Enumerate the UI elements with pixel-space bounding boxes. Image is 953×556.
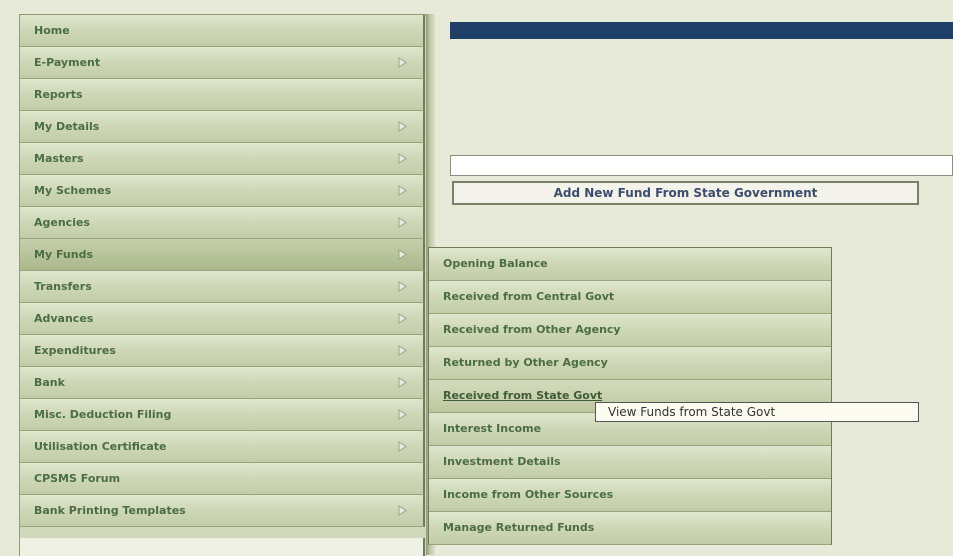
menu-item-label: Expenditures (34, 344, 116, 357)
arrow-right-icon (398, 345, 407, 356)
submenu-item-label: Manage Returned Funds (443, 521, 595, 534)
fund-search-input[interactable] (450, 155, 953, 176)
menu-bottom-bar (20, 538, 425, 556)
submenu-item-label: Investment Details (443, 455, 561, 468)
submenu-item-received-from-central-govt[interactable]: Received from Central Govt (429, 281, 831, 314)
menu-item-label: Advances (34, 312, 94, 325)
menu-item-label: CPSMS Forum (34, 472, 121, 485)
menu-item-label: E-Payment (34, 56, 101, 69)
menu-item-my-funds[interactable]: My Funds (20, 239, 425, 271)
submenu-item-received-from-other-agency[interactable]: Received from Other Agency (429, 314, 831, 347)
menu-item-label: Agencies (34, 216, 90, 229)
menu-item-misc-deduction-filing[interactable]: Misc. Deduction Filing (20, 399, 425, 431)
menu-item-label: Utilisation Certificate (34, 440, 167, 453)
menu-item-label: My Schemes (34, 184, 112, 197)
menu-item-label: Masters (34, 152, 84, 165)
arrow-right-icon (398, 281, 407, 292)
submenu-item-income-from-other-sources[interactable]: Income from Other Sources (429, 479, 831, 512)
menu-item-label: Bank (34, 376, 65, 389)
menu-item-masters[interactable]: Masters (20, 143, 425, 175)
arrow-right-icon (398, 57, 407, 68)
menu-item-bank-printing-templates[interactable]: Bank Printing Templates (20, 495, 425, 527)
menu-item-advances[interactable]: Advances (20, 303, 425, 335)
arrow-right-icon (398, 409, 407, 420)
arrow-right-icon (398, 153, 407, 164)
submenu-item-manage-returned-funds[interactable]: Manage Returned Funds (429, 512, 831, 545)
menu-item-expenditures[interactable]: Expenditures (20, 335, 425, 367)
tooltip: View Funds from State Govt (595, 402, 919, 422)
menu-item-label: My Funds (34, 248, 93, 261)
submenu-item-investment-details[interactable]: Investment Details (429, 446, 831, 479)
menu-item-transfers[interactable]: Transfers (20, 271, 425, 303)
add-new-fund-button[interactable]: Add New Fund From State Government (452, 181, 919, 205)
submenu-item-label: Income from Other Sources (443, 488, 614, 501)
submenu-item-label: Returned by Other Agency (443, 356, 608, 369)
menu-item-agencies[interactable]: Agencies (20, 207, 425, 239)
submenu-item-label: Interest Income (443, 422, 542, 435)
menu-item-label: Misc. Deduction Filing (34, 408, 172, 421)
submenu-item-label: Opening Balance (443, 257, 548, 270)
menu-item-cpsms-forum[interactable]: CPSMS Forum (20, 463, 425, 495)
arrow-right-icon (398, 313, 407, 324)
main-menu: Home E-Payment Reports My Details Masters My … (19, 14, 427, 556)
arrow-right-icon (398, 441, 407, 452)
arrow-right-icon (398, 249, 407, 260)
menu-item-my-schemes[interactable]: My Schemes (20, 175, 425, 207)
menu-item-e-payment[interactable]: E-Payment (20, 47, 425, 79)
content-header-bar (450, 22, 953, 39)
submenu-item-label: Received from State Govt (443, 389, 603, 402)
menu-item-label: Bank Printing Templates (34, 504, 186, 517)
menu-item-label: Transfers (34, 280, 92, 293)
arrow-right-icon (398, 121, 407, 132)
submenu-item-label: Received from Other Agency (443, 323, 621, 336)
arrow-right-icon (398, 217, 407, 228)
submenu-item-opening-balance[interactable]: Opening Balance (429, 248, 831, 281)
menu-item-utilisation-certificate[interactable]: Utilisation Certificate (20, 431, 425, 463)
submenu-item-label: Received from Central Govt (443, 290, 615, 303)
menu-item-my-details[interactable]: My Details (20, 111, 425, 143)
arrow-right-icon (398, 185, 407, 196)
menu-item-label: Home (34, 24, 70, 37)
menu-item-bank[interactable]: Bank (20, 367, 425, 399)
submenu-item-returned-by-other-agency[interactable]: Returned by Other Agency (429, 347, 831, 380)
menu-item-reports[interactable]: Reports (20, 79, 425, 111)
menu-item-label: My Details (34, 120, 100, 133)
menu-item-home[interactable]: Home (20, 15, 425, 47)
menu-item-label: Reports (34, 88, 83, 101)
my-funds-submenu: Opening Balance Received from Central Gov… (428, 247, 832, 545)
arrow-right-icon (398, 377, 407, 388)
arrow-right-icon (398, 505, 407, 516)
